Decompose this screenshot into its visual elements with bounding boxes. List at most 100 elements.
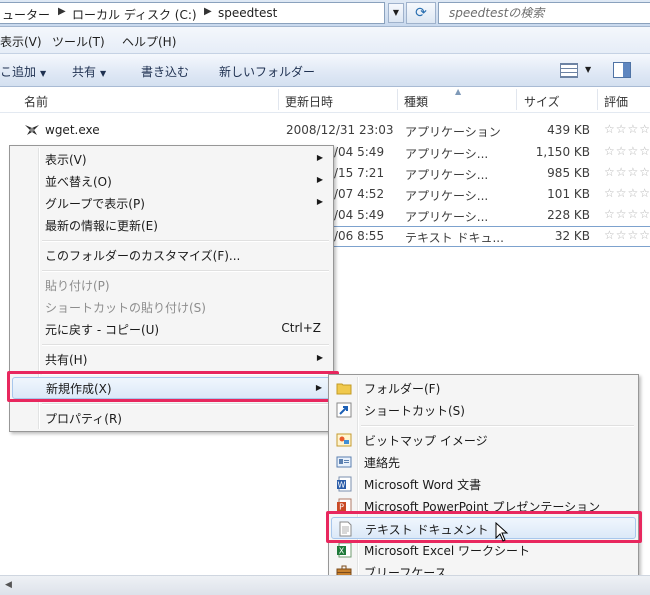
text-document-highlight-frame <box>326 511 642 543</box>
horizontal-scrollbar[interactable]: ◀ <box>0 575 650 595</box>
file-modified: /06 8:55 <box>334 229 385 243</box>
submenu-item-bitmap[interactable]: ビットマップ イメージ <box>331 429 636 451</box>
column-rating[interactable]: 評価 <box>604 93 628 110</box>
breadcrumb-separator-icon[interactable]: ▶ <box>204 6 212 17</box>
chevron-down-icon[interactable]: ▼ <box>585 65 591 74</box>
menu-item-label: 並べ替え(O) <box>45 175 112 189</box>
menu-item-label: フォルダー(F) <box>364 382 441 396</box>
contact-icon <box>336 456 352 468</box>
mouse-cursor-icon <box>495 522 509 542</box>
submenu-item-word[interactable]: W Microsoft Word 文書 <box>331 473 636 495</box>
new-folder-button[interactable]: 新しいフォルダー <box>219 63 315 80</box>
breadcrumb-speedtest[interactable]: speedtest <box>218 6 277 20</box>
menu-item-label: グループで表示(P) <box>45 197 145 211</box>
shortcut-icon <box>336 402 352 418</box>
menu-help[interactable]: ヘルプ(H) <box>122 33 176 50</box>
menu-separator <box>361 425 634 427</box>
file-type: アプリケーシ... <box>405 189 489 203</box>
column-divider[interactable] <box>397 89 398 110</box>
menu-item-share[interactable]: 共有(H) ▶ <box>12 348 331 370</box>
menu-item-label: 貼り付け(P) <box>45 279 110 293</box>
menu-item-view[interactable]: 表示(V) ▶ <box>12 148 331 170</box>
column-divider[interactable] <box>278 89 279 110</box>
table-row[interactable]: wget.exe 2008/12/31 23:03 アプリケーション 439 K… <box>0 120 650 141</box>
file-size: 32 KB <box>554 229 590 243</box>
folder-icon <box>336 383 352 395</box>
breadcrumb-separator-icon[interactable]: ▶ <box>58 6 66 17</box>
sort-ascending-icon: ▲ <box>455 87 462 96</box>
rating-stars[interactable]: ☆☆☆☆ <box>604 122 650 136</box>
menu-item-label: プロパティ(R) <box>45 412 122 426</box>
submenu-item-shortcut[interactable]: ショートカット(S) <box>331 399 636 421</box>
new-item-highlight-frame <box>7 371 339 402</box>
bitmap-icon <box>336 433 352 447</box>
command-bar: こ追加 ▼ 共有 ▼ 書き込む 新しいフォルダー ▼ <box>0 54 650 87</box>
rating-stars[interactable]: ☆☆☆☆ <box>604 165 650 179</box>
file-type: アプリケーシ... <box>405 210 489 224</box>
menu-separator <box>42 403 329 405</box>
file-type: アプリケーション <box>405 125 501 139</box>
preview-pane-icon[interactable] <box>613 62 631 78</box>
menu-view[interactable]: 表示(V) <box>0 33 42 50</box>
excel-icon: X <box>337 542 352 558</box>
menu-item-label: 最新の情報に更新(E) <box>45 219 158 233</box>
menu-item-paste-shortcut: ショートカットの貼り付け(S) <box>12 296 331 318</box>
menu-item-sort[interactable]: 並べ替え(O) ▶ <box>12 170 331 192</box>
address-bar: ューター ▶ ローカル ディスク (C:) ▶ speedtest ▼ ⟳ sp… <box>0 0 650 27</box>
chevron-right-icon: ▶ <box>316 175 323 184</box>
column-type[interactable]: 種類 <box>404 93 428 110</box>
chevron-right-icon: ▶ <box>316 197 323 206</box>
column-divider[interactable] <box>597 89 598 110</box>
svg-text:W: W <box>338 481 346 490</box>
burn-button[interactable]: 書き込む <box>141 63 189 80</box>
menu-item-customize[interactable]: このフォルダーのカスタマイズ(F)... <box>12 244 331 266</box>
word-document-icon: W <box>337 476 352 492</box>
file-size: 1,150 KB <box>535 145 590 159</box>
menu-item-label: このフォルダーのカスタマイズ(F)... <box>45 249 241 263</box>
refresh-icon[interactable]: ⟳ <box>406 2 436 24</box>
menu-item-label: 連絡先 <box>364 456 401 470</box>
rating-stars[interactable]: ☆☆☆☆ <box>604 207 650 221</box>
wget-exe-icon <box>25 125 39 135</box>
file-size: 985 KB <box>547 166 590 180</box>
column-size[interactable]: サイズ <box>524 93 560 110</box>
rating-stars[interactable]: ☆☆☆☆ <box>604 186 650 200</box>
new-submenu: フォルダー(F) ショートカット(S) ビットマップ イメージ 連絡先 W Mi… <box>328 374 639 586</box>
file-modified: /15 7:21 <box>334 166 385 180</box>
file-modified: 2008/12/31 23:03 <box>286 123 394 137</box>
search-input[interactable]: speedtestの検索 <box>438 2 650 24</box>
rating-stars[interactable]: ☆☆☆☆ <box>604 144 650 158</box>
share-button[interactable]: 共有 ▼ <box>72 63 106 80</box>
menu-separator <box>42 270 329 272</box>
menu-bar: 表示(V) ツール(T) ヘルプ(H) <box>0 27 650 54</box>
menu-item-group[interactable]: グループで表示(P) ▶ <box>12 192 331 214</box>
menu-separator <box>42 344 329 346</box>
file-size: 228 KB <box>547 208 590 222</box>
menu-item-properties[interactable]: プロパティ(R) <box>12 407 331 429</box>
menu-item-label: 元に戻す - コピー(U) <box>45 323 160 337</box>
file-type: アプリケーシ... <box>405 147 489 161</box>
column-name[interactable]: 名前 <box>24 93 48 110</box>
chevron-down-icon: ▼ <box>40 69 47 78</box>
address-box[interactable]: ューター ▶ ローカル ディスク (C:) ▶ speedtest <box>0 2 385 24</box>
chevron-down-icon: ▼ <box>100 69 107 78</box>
menu-item-undo[interactable]: 元に戻す - コピー(U) Ctrl+Z <box>12 318 331 340</box>
breadcrumb-local-disk[interactable]: ローカル ディスク (C:) <box>72 6 197 23</box>
address-dropdown-icon[interactable]: ▼ <box>388 3 404 23</box>
file-type: アプリケーシ... <box>405 168 489 182</box>
menu-tools[interactable]: ツール(T) <box>52 33 105 50</box>
column-modified[interactable]: 更新日時 <box>285 93 333 110</box>
add-button[interactable]: こ追加 ▼ <box>0 63 46 80</box>
column-divider[interactable] <box>516 89 517 110</box>
rating-stars[interactable]: ☆☆☆☆ <box>604 228 650 242</box>
view-options-icon[interactable] <box>560 63 578 78</box>
file-type: テキスト ドキュ... <box>405 231 504 245</box>
submenu-item-folder[interactable]: フォルダー(F) <box>331 377 636 399</box>
submenu-item-contact[interactable]: 連絡先 <box>331 451 636 473</box>
menu-item-paste: 貼り付け(P) <box>12 274 331 296</box>
file-size: 101 KB <box>547 187 590 201</box>
scroll-left-icon[interactable]: ◀ <box>0 576 17 594</box>
file-modified: /04 5:49 <box>334 208 385 222</box>
breadcrumb-computer[interactable]: ューター <box>2 6 50 23</box>
menu-item-refresh[interactable]: 最新の情報に更新(E) <box>12 214 331 236</box>
